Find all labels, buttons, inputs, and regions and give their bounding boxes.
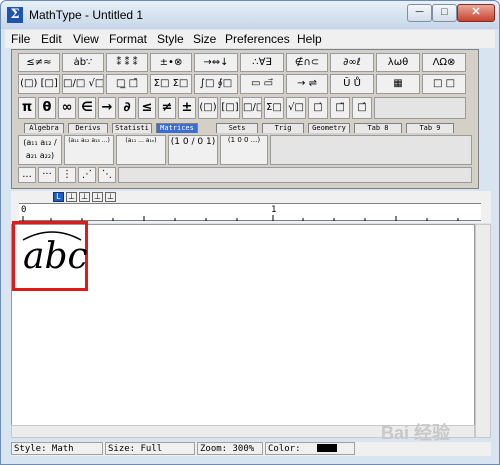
- matrix-3x3-template[interactable]: (a₁₁ a₁₂ a₁₃ ...): [64, 135, 114, 165]
- status-zoom: Zoom: 300%: [197, 442, 263, 455]
- identity-nxn-template[interactable]: (1 0 0 ...): [220, 135, 268, 165]
- mathtype-window: Σ MathType - Untitled 1 ─ □ ✕ File Edit …: [0, 0, 500, 465]
- title-bar[interactable]: Σ MathType - Untitled 1 ─ □ ✕: [1, 1, 499, 29]
- empty-slot-row5: [118, 167, 472, 183]
- symbol-palette-panel: ≤≠≈ ȧb∵ ⁑ ⁑ ⁑ ±•⊗ →⇔↓ ∴∀∃ ∉∩⊂ ∂∞ℓ λωθ ΛΩ…: [11, 49, 479, 189]
- arrow-symbol-button[interactable]: →: [98, 97, 116, 119]
- double-dot-accent-button[interactable]: □̈: [330, 97, 350, 119]
- box-template-button[interactable]: □ □: [422, 74, 466, 94]
- mathtype-app-icon: Σ: [7, 7, 23, 23]
- labeled-arrow-button[interactable]: → ⇌: [286, 74, 328, 94]
- diagonal-up-dots-button[interactable]: ⋰: [78, 167, 96, 183]
- right-tab-button[interactable]: ⊥: [79, 192, 90, 202]
- leq-symbol-button[interactable]: ≤: [138, 97, 156, 119]
- menu-preferences[interactable]: Preferences: [225, 32, 290, 46]
- greek-upper-palette-button[interactable]: ΛΩ⊗: [422, 53, 466, 72]
- element-of-button[interactable]: ∈: [78, 97, 96, 119]
- empty-slot-matrices: [270, 135, 472, 165]
- window-title: MathType - Untitled 1: [29, 8, 144, 22]
- tab-algebra[interactable]: Algebra: [24, 123, 64, 133]
- ruler-ticks: [22, 215, 459, 221]
- tab-geometry[interactable]: Geometry: [308, 123, 350, 133]
- pi-symbol-button[interactable]: π: [18, 97, 36, 119]
- tab-trig[interactable]: Trig: [262, 123, 304, 133]
- minimize-button[interactable]: ─: [407, 4, 432, 22]
- left-tab-button[interactable]: L: [53, 192, 64, 202]
- fraction-template-button[interactable]: □/□: [242, 97, 262, 119]
- overbar-template-button[interactable]: ▭ ▭⃗: [240, 74, 284, 94]
- brackets-template-button[interactable]: [□]: [220, 97, 240, 119]
- color-swatch: [317, 444, 337, 452]
- tab-sets[interactable]: Sets: [216, 123, 258, 133]
- tab-9[interactable]: Tab 9: [406, 123, 454, 133]
- matrix-2x2-template[interactable]: (a₁₁ a₁₂ / a₂₁ a₂₂): [18, 135, 62, 165]
- misc-symbols-palette-button[interactable]: ∂∞ℓ: [330, 53, 374, 72]
- spaces-palette-button[interactable]: ȧb∵: [62, 53, 104, 72]
- highlighted-equation-box: abc: [12, 221, 88, 291]
- maximize-button[interactable]: □: [432, 4, 457, 22]
- relations-palette-button[interactable]: ≤≠≈: [18, 53, 60, 72]
- set-theory-palette-button[interactable]: ∉∩⊂: [286, 53, 328, 72]
- close-button[interactable]: ✕: [457, 4, 495, 22]
- equation-text[interactable]: abc: [23, 236, 88, 277]
- center-tab-button[interactable]: ⊥: [66, 192, 77, 202]
- matrix-nxn-template[interactable]: (a₁₁ ... a₁ₙ): [116, 135, 166, 165]
- menu-bar: File Edit View Format Style Size Prefere…: [5, 30, 495, 48]
- menu-edit[interactable]: Edit: [41, 32, 62, 46]
- status-style: Style: Math: [11, 442, 103, 455]
- status-color: Color:: [265, 442, 355, 455]
- arrows-palette-button[interactable]: →⇔↓: [194, 53, 238, 72]
- menu-format[interactable]: Format: [109, 32, 147, 46]
- ruler[interactable]: 0 1: [19, 203, 481, 221]
- tab-derivs[interactable]: Derivs: [68, 123, 108, 133]
- dot-accent-button[interactable]: □̇: [308, 97, 328, 119]
- sqrt-template-button[interactable]: √□: [286, 97, 306, 119]
- infinity-symbol-button[interactable]: ∞: [58, 97, 76, 119]
- matrices-tab-body: (a₁₁ a₁₂ / a₂₁ a₂₂) (a₁₁ a₁₂ a₁₃ ...) (a…: [16, 133, 476, 185]
- identity-2x2-template[interactable]: (1 0 / 0 1): [168, 135, 218, 165]
- summation-template-button[interactable]: Σ□ Σ□: [150, 74, 192, 94]
- center-dots-button[interactable]: ···: [38, 167, 56, 183]
- logic-palette-button[interactable]: ∴∀∃: [240, 53, 284, 72]
- parentheses-template-button[interactable]: (□): [198, 97, 218, 119]
- menu-view[interactable]: View: [73, 32, 99, 46]
- embellishments-palette-button[interactable]: ⁑ ⁑ ⁑: [106, 53, 148, 72]
- tab-statistics[interactable]: Statisti: [112, 123, 152, 133]
- fences-template-button[interactable]: (□) [□]: [18, 74, 60, 94]
- empty-slot-row3: [374, 97, 466, 119]
- plusminus-symbol-button[interactable]: ±: [178, 97, 196, 119]
- ellipsis-button[interactable]: ...: [18, 167, 36, 183]
- hat-accent-button[interactable]: □̂: [352, 97, 372, 119]
- menu-file[interactable]: File: [11, 32, 30, 46]
- ruler-area: L ⊥ ⊥ ⊥ ⊥ 0 1: [11, 191, 491, 223]
- operators-palette-button[interactable]: ±•⊗: [150, 53, 192, 72]
- menu-help[interactable]: Help: [297, 32, 322, 46]
- partial-symbol-button[interactable]: ∂: [118, 97, 136, 119]
- matrix-template-button[interactable]: ▦: [376, 74, 420, 94]
- theta-symbol-button[interactable]: θ: [38, 97, 56, 119]
- menu-style[interactable]: Style: [157, 32, 184, 46]
- tab-matrices[interactable]: Matrices: [156, 123, 198, 133]
- vertical-dots-button[interactable]: ⋮: [58, 167, 76, 183]
- diagonal-down-dots-button[interactable]: ⋱: [98, 167, 116, 183]
- relation-tab-button[interactable]: ⊥: [92, 192, 103, 202]
- fractions-radicals-button[interactable]: □/□ √□: [62, 74, 104, 94]
- tab-8[interactable]: Tab 8: [354, 123, 402, 133]
- neq-symbol-button[interactable]: ≠: [158, 97, 176, 119]
- subscript-superscript-button[interactable]: □̲ □̄: [106, 74, 148, 94]
- greek-lower-palette-button[interactable]: λωθ: [376, 53, 420, 72]
- decimal-tab-button[interactable]: ⊥: [105, 192, 116, 202]
- sum-template-button[interactable]: Σ□: [264, 97, 284, 119]
- menu-size[interactable]: Size: [193, 32, 216, 46]
- products-template-button[interactable]: Ū Ů: [330, 74, 374, 94]
- integral-template-button[interactable]: ∫□ ∮□: [194, 74, 238, 94]
- status-bar: Style: Math Size: Full Zoom: 300% Color:: [11, 442, 491, 456]
- vertical-scrollbar[interactable]: [475, 224, 491, 438]
- status-size: Size: Full: [105, 442, 195, 455]
